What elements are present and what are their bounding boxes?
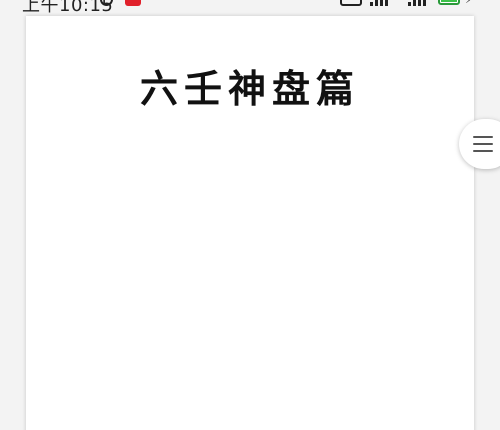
status-time: 上午10:15 bbox=[22, 0, 114, 16]
charging-icon: ⚡ bbox=[465, 0, 474, 7]
hamburger-menu-icon bbox=[473, 136, 493, 152]
signal-icon bbox=[408, 0, 426, 6]
document-title: 六壬神盘篇 bbox=[139, 66, 360, 111]
document-page: 六壬神盘篇 bbox=[26, 16, 474, 430]
phone-screen: 上午10:15 ⚡ 六壬神盘篇 bbox=[0, 0, 500, 430]
signal-icon bbox=[370, 0, 388, 6]
battery-icon bbox=[438, 0, 460, 5]
notification-icon bbox=[125, 0, 141, 6]
hd-icon bbox=[340, 0, 362, 6]
status-bar: 上午10:15 ⚡ bbox=[0, 0, 500, 16]
